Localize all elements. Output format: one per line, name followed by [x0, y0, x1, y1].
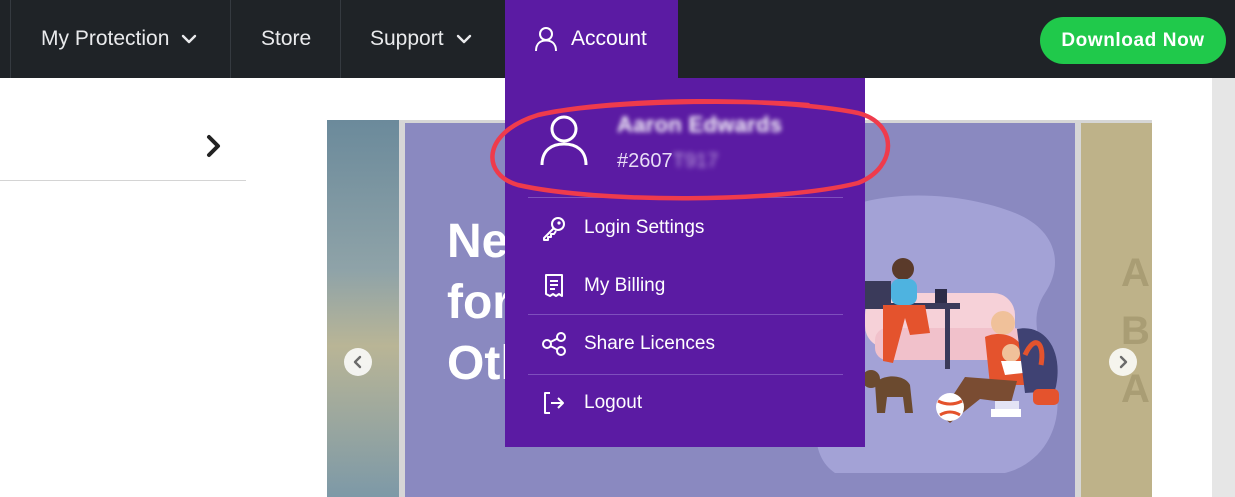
menu-item-label: Share Licences: [584, 333, 715, 354]
menu-item-my-billing[interactable]: My Billing: [528, 261, 843, 311]
menu-item-label: Logout: [584, 392, 643, 413]
nav-support[interactable]: Support: [370, 0, 472, 78]
chevron-down-icon: [182, 34, 197, 44]
menu-item-login-settings[interactable]: Login Settings: [528, 203, 843, 253]
account-dropdown-menu: Aaron Edwards #2607T917 Login Settings M…: [505, 78, 865, 447]
top-navbar: My Protection Store Support Account Down…: [0, 0, 1235, 78]
nav-store-label: Store: [261, 27, 312, 50]
page-scroll-gutter: [1212, 78, 1235, 497]
carousel-next-slide: A B A: [1081, 123, 1152, 497]
menu-divider: [528, 314, 843, 315]
left-panel-header: [0, 78, 246, 181]
key-icon: [543, 217, 565, 241]
nav-divider: [10, 0, 11, 78]
account-profile: Aaron Edwards #2607T917: [505, 78, 865, 198]
chevron-down-icon: [456, 34, 471, 44]
account-user-id: #2607T917: [617, 150, 718, 173]
menu-item-label: My Billing: [584, 275, 666, 296]
nav-support-label: Support: [370, 27, 444, 50]
chevron-right-icon[interactable]: [203, 133, 225, 159]
chevron-left-icon: [353, 355, 362, 369]
carousel-next-button[interactable]: [1109, 348, 1137, 376]
nav-account-label: Account: [571, 27, 647, 50]
logout-icon: [544, 392, 564, 414]
account-user-id-redacted: T917: [672, 150, 719, 172]
nav-my-protection[interactable]: My Protection: [41, 0, 197, 78]
user-icon: [535, 27, 557, 52]
menu-divider: [528, 374, 843, 375]
menu-item-logout[interactable]: Logout: [528, 378, 843, 428]
next-slide-text: A: [1121, 251, 1150, 295]
carousel-prev-button[interactable]: [344, 348, 372, 376]
nav-store[interactable]: Store: [261, 0, 311, 78]
receipt-icon: [545, 274, 563, 297]
carousel-prev-slide: [327, 120, 399, 497]
user-avatar-icon: [540, 115, 588, 166]
account-user-id-visible: #2607: [617, 150, 673, 172]
menu-divider: [528, 197, 843, 198]
share-icon: [542, 332, 566, 356]
nav-divider: [230, 0, 231, 78]
chevron-right-icon: [1119, 355, 1128, 369]
page: My Protection Store Support Account Down…: [0, 0, 1235, 497]
nav-my-protection-label: My Protection: [41, 27, 170, 50]
download-now-button[interactable]: Download Now: [1040, 17, 1226, 64]
nav-account[interactable]: Account: [505, 0, 678, 78]
nav-divider: [340, 0, 341, 78]
menu-item-label: Login Settings: [584, 217, 705, 238]
menu-item-share-licences[interactable]: Share Licences: [528, 319, 843, 369]
account-user-name: Aaron Edwards: [617, 112, 783, 137]
